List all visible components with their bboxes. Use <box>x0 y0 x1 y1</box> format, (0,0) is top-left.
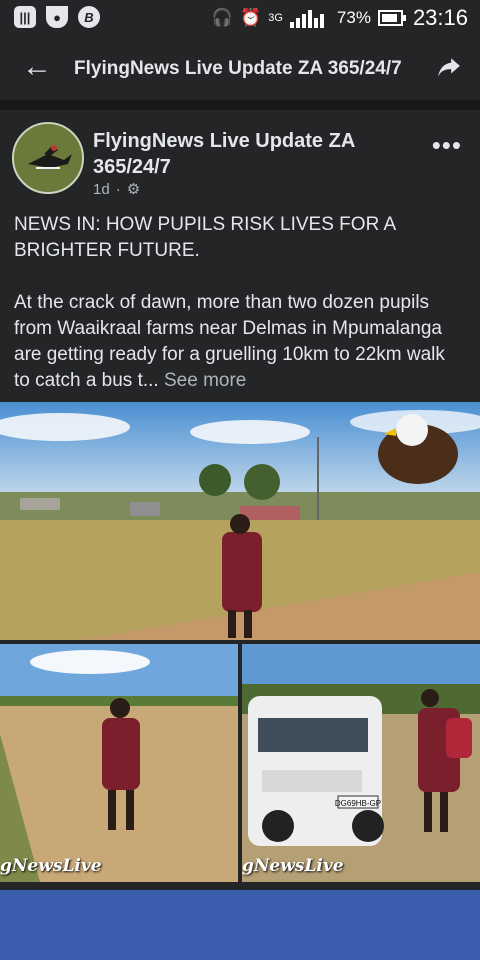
battery-icon <box>377 10 406 26</box>
headphones-icon: 🎧 <box>211 8 234 27</box>
back-arrow-icon[interactable]: ← <box>22 50 52 84</box>
photo-left-illustration <box>0 644 238 882</box>
network-type: 3G <box>268 12 283 24</box>
post-body: At the crack of dawn, more than two doze… <box>14 290 464 394</box>
watermark-right: gNewsLive <box>242 856 344 876</box>
clock: 23:16 <box>412 5 468 30</box>
post-headline: NEWS IN: HOW PUPILS RISK LIVES FOR A BRI… <box>14 214 396 261</box>
post-photo-main[interactable] <box>0 402 480 640</box>
post-photo-right[interactable]: DG69HB-GP gNewsLive <box>242 644 480 882</box>
watermark-left: gNewsLive <box>0 856 102 876</box>
section-divider <box>0 100 480 110</box>
number-plate-text: DG69HB-GP <box>335 799 381 808</box>
shield-icon: ● <box>46 6 68 28</box>
post-photo-left[interactable]: gNewsLive <box>0 644 238 882</box>
see-more-link[interactable]: See more <box>164 370 246 391</box>
post-header: FlyingNews Live Update ZA 365/24/7 1d · … <box>0 110 480 202</box>
more-options-icon[interactable]: ••• <box>432 130 462 161</box>
meta-separator: · <box>115 180 121 198</box>
post-author[interactable]: FlyingNews Live Update ZA 365/24/7 <box>93 128 423 180</box>
battery-percent: 73% <box>336 8 371 27</box>
b-app-icon: B <box>78 6 100 28</box>
signal-icon <box>289 10 324 28</box>
status-bar: ||| ● B 🎧 ⏰ 3G 73% 23:16 <box>0 0 480 36</box>
audience-gear-icon: ⚙ <box>126 181 141 198</box>
page-title: FlyingNews Live Update ZA 365/24/7 <box>74 58 402 79</box>
page-avatar[interactable] <box>12 122 84 194</box>
bird-logo-icon <box>14 124 82 192</box>
top-bar: ← FlyingNews Live Update ZA 365/24/7 <box>0 36 480 100</box>
alarm-icon: ⏰ <box>240 8 262 27</box>
post-meta: 1d · ⚙ <box>93 180 141 199</box>
bottom-action-bar <box>0 890 480 960</box>
audio-app-icon: ||| <box>14 6 36 28</box>
photo-right-illustration: DG69HB-GP <box>242 644 480 882</box>
photo-main-illustration <box>0 402 480 640</box>
share-icon[interactable] <box>436 54 462 80</box>
post-age: 1d <box>93 180 110 198</box>
post-text: NEWS IN: HOW PUPILS RISK LIVES FOR A BRI… <box>14 212 464 394</box>
